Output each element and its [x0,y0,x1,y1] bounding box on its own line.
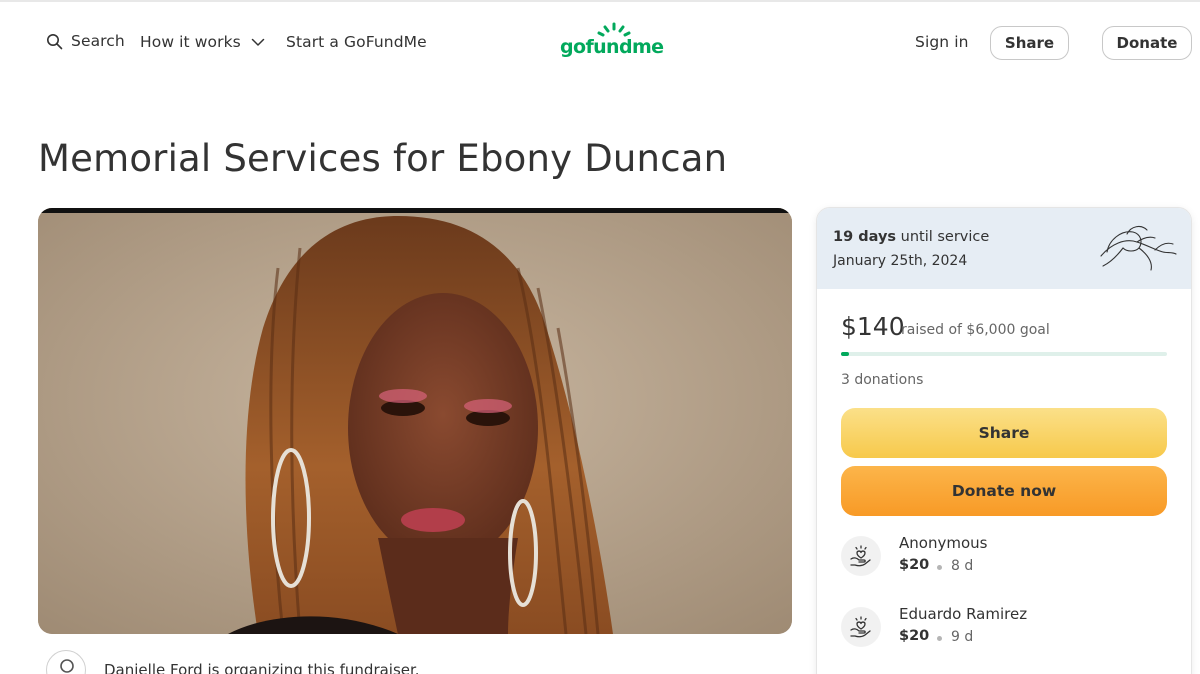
donor-time: 8 d [951,558,974,574]
service-until: until service [900,229,990,245]
donor-item: Eduardo Ramirez $20 9 d [841,605,1167,655]
sign-in-link[interactable]: Sign in [915,32,969,51]
sign-in-label: Sign in [915,33,969,51]
donor-amount: $20 [899,628,930,644]
separator-dot [937,565,942,570]
share-button[interactable]: Share [841,408,1167,458]
start-gofundme-label: Start a GoFundMe [286,33,427,51]
donate-now-button[interactable]: Donate now [841,466,1167,516]
donor-amount: $20 [899,557,930,573]
donation-sidebar: 19 days until service January 25th, 2024… [816,207,1192,674]
progress-bar [841,352,1167,356]
donor-item: Anonymous $20 8 d [841,534,1167,584]
search-label: Search [71,32,125,50]
site-header: Search How it works Start a GoFundMe gof… [0,2,1200,84]
logo-wordmark: gofundme [560,36,664,58]
organizer-avatar[interactable] [46,650,86,674]
donor-name: Eduardo Ramirez [899,605,1028,623]
header-donate-button[interactable]: Donate [1102,26,1192,60]
service-days: 19 days [833,229,897,245]
how-it-works-menu[interactable]: How it works [140,32,265,51]
start-gofundme-link[interactable]: Start a GoFundMe [286,32,427,51]
donation-heart-icon [841,607,881,647]
amount-raised: $140 [841,312,905,341]
goal-text: raised of $6,000 goal [901,322,1050,338]
organizer-text: Danielle Ford is organizing this fundrai… [104,661,420,674]
how-it-works-label: How it works [140,32,241,51]
service-countdown: 19 days until service [833,229,989,245]
separator-dot [937,636,942,641]
gofundme-logo[interactable]: gofundme [558,22,672,66]
donor-time: 9 d [951,629,974,645]
page-title: Memorial Services for Ebony Duncan [38,137,728,180]
fundraiser-photo[interactable] [38,208,792,634]
service-date: January 25th, 2024 [833,253,968,269]
search-icon [46,33,63,50]
search-link[interactable]: Search [46,32,125,50]
donor-name: Anonymous [899,534,988,552]
lily-flower-icon [1100,225,1177,271]
chevron-down-icon [251,32,265,51]
donations-count: 3 donations [841,372,924,388]
service-banner: 19 days until service January 25th, 2024 [817,208,1191,289]
user-icon [60,659,74,673]
progress-fill [841,352,849,356]
header-share-button[interactable]: Share [990,26,1069,60]
donation-heart-icon [841,536,881,576]
portrait-image [38,208,792,634]
